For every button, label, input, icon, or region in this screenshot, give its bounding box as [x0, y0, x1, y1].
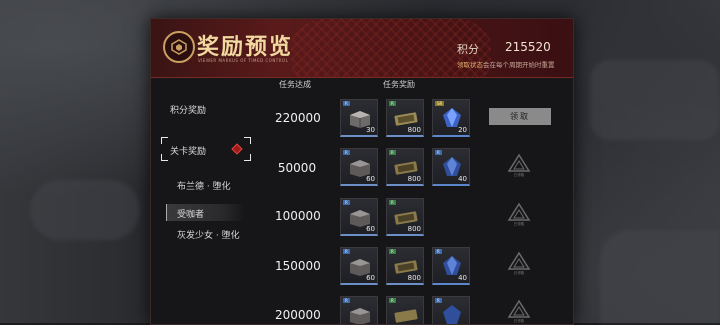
score-label: 积分 [457, 43, 479, 56]
item-rarity-tag: R [389, 200, 396, 205]
item-rarity-tag: SR [435, 101, 445, 106]
selection-corner [161, 154, 168, 161]
crate-icon [350, 308, 370, 324]
crystal-icon [443, 305, 461, 324]
ticket-icon [394, 309, 418, 323]
claimed-stamp-icon: 已领取 [505, 251, 533, 281]
reward-item-crate[interactable]: R 30 [340, 99, 378, 137]
sidebar-subitem-brand[interactable]: 布兰德 · 堕化 [177, 179, 231, 192]
item-rarity-tag: R [389, 298, 396, 303]
item-quantity: 30 [366, 126, 375, 134]
claimed-stamp-icon: 已领取 [505, 299, 533, 324]
reward-item-crate[interactable]: R 60 [340, 247, 378, 285]
selection-corner [244, 154, 251, 161]
reset-hint: 领取状态会在每个周期开始时重置 [457, 59, 555, 69]
claimed-stamp-icon: 已领取 [505, 202, 533, 232]
reward-item-ticket[interactable]: R 800 [386, 198, 424, 236]
reward-item-crystal[interactable]: R 40 [432, 148, 470, 186]
sidebar-item-label: 关卡奖励 [170, 147, 207, 157]
item-rarity-tag: R [343, 298, 350, 303]
item-quantity: 60 [366, 175, 375, 183]
item-quantity: 800 [407, 175, 421, 183]
dialog-subtitle: VIEWER MARKUS OF TIMED CONTROL [198, 58, 289, 63]
selected-diamond-icon [231, 143, 243, 155]
item-rarity-tag: R [343, 200, 350, 205]
background-shape [0, 0, 150, 40]
hint-text: 会在每个周期开始时重置 [483, 61, 555, 69]
item-rarity-tag: R [389, 150, 396, 155]
reward-preview-dialog: 奖励预览 VIEWER MARKUS OF TIMED CONTROL 积分 2… [150, 18, 574, 325]
hint-highlight: 领取状态 [457, 61, 483, 69]
sidebar-item-points-reward[interactable]: 积分奖励 [170, 103, 206, 116]
reward-item-crate[interactable]: R 60 [340, 198, 378, 236]
row-target-value: 50000 [277, 161, 317, 175]
claimed-label: 已领取 [513, 271, 525, 275]
item-quantity: 40 [458, 274, 467, 282]
row-target-value: 150000 [275, 259, 321, 273]
row-target-value: 200000 [275, 308, 321, 322]
item-quantity: 800 [407, 225, 421, 233]
item-quantity: 40 [458, 175, 467, 183]
claim-button[interactable]: 领取 [489, 108, 551, 125]
item-rarity-tag: R [389, 249, 396, 254]
emblem-icon [163, 31, 195, 63]
item-quantity: 20 [458, 126, 467, 134]
reward-item-crystal[interactable]: R 40 [432, 247, 470, 285]
reward-item-crate[interactable]: R [340, 296, 378, 324]
dialog-title: 奖励预览 [197, 34, 294, 60]
item-rarity-tag: R [343, 150, 350, 155]
claimed-label: 已领取 [513, 222, 525, 226]
item-quantity[interactable]: 800 [408, 126, 421, 134]
selection-corner [244, 137, 251, 144]
sidebar-item-stage-reward[interactable]: 关卡奖励 [161, 137, 251, 161]
reward-item-ticket[interactable]: R 800 [386, 148, 424, 186]
column-header-target: 任务达成 [279, 80, 311, 89]
row-target-value: 220000 [275, 111, 321, 125]
item-rarity-tag: R [435, 249, 442, 254]
reward-item-ticket[interactable]: R 800 [386, 247, 424, 285]
item-rarity-tag: R [435, 150, 442, 155]
claimed-stamp-icon: 已领取 [505, 153, 533, 183]
background-shape [590, 60, 720, 140]
item-rarity-tag: R [435, 298, 442, 303]
column-header-reward: 任务奖励 [383, 80, 415, 89]
item-rarity-tag: R [343, 101, 350, 106]
item-quantity: 60 [366, 225, 375, 233]
sidebar-subitem-label: 受咖者 [177, 210, 205, 220]
score-value: 215520 [505, 40, 551, 54]
item-quantity: 60 [366, 274, 375, 282]
background-shape [30, 180, 140, 240]
reward-item-crate[interactable]: R 60 [340, 148, 378, 186]
claimed-label: 已领取 [513, 173, 525, 177]
sidebar-subitem-selected[interactable]: 受咖者 [166, 204, 245, 221]
background-shape [600, 230, 720, 323]
claimed-label: 已领取 [513, 319, 525, 323]
sidebar-subitem-grey-girl[interactable]: 灰发少女 · 堕化 [177, 230, 241, 242]
dialog-header: 奖励预览 VIEWER MARKUS OF TIMED CONTROL 积分 2… [151, 19, 573, 78]
row-target-value: 100000 [275, 209, 321, 223]
reward-item-ticket[interactable]: R [386, 296, 424, 324]
item-rarity-tag: R [389, 101, 396, 106]
reward-item-ticket[interactable]: R 800 [386, 99, 424, 137]
reward-item-crystal[interactable]: R [432, 296, 470, 324]
reward-item-crystal[interactable]: SR 20 [432, 99, 470, 137]
item-rarity-tag: R [343, 249, 350, 254]
selection-corner [161, 137, 168, 144]
item-quantity: 800 [407, 274, 421, 282]
